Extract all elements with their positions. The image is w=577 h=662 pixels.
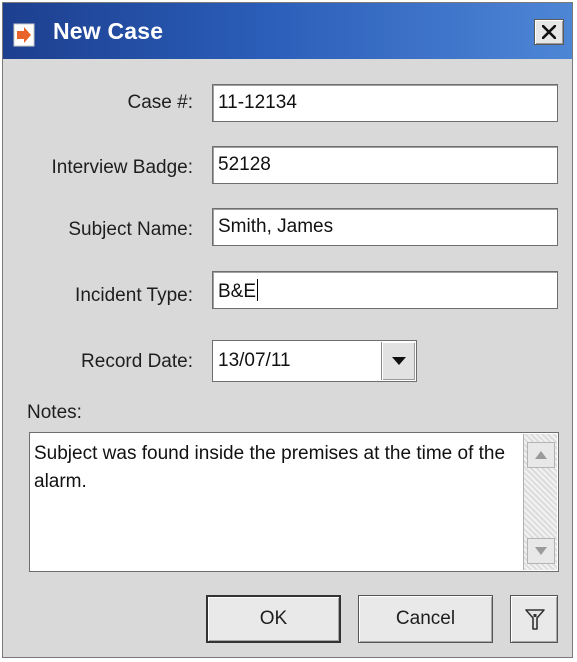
scroll-down-button[interactable]	[527, 538, 555, 564]
window-title: New Case	[53, 18, 164, 44]
ok-button[interactable]: OK	[206, 595, 341, 643]
notes-scrollbar[interactable]	[523, 434, 557, 570]
incident-type-label: Incident Type:	[75, 285, 193, 306]
subject-name-value: Smith, James	[218, 216, 334, 237]
record-date-dropdown-button[interactable]	[381, 342, 415, 380]
record-date-value: 13/07/11	[218, 350, 291, 371]
title-bar[interactable]: New Case	[3, 3, 572, 59]
case-number-value: 11-12134	[218, 92, 297, 113]
text-cursor	[257, 279, 259, 301]
info-button[interactable]	[510, 595, 558, 643]
notes-value: Subject was found inside the premises at…	[34, 443, 506, 492]
new-case-dialog: New Case Case #: 11-12134 Interview Badg…	[2, 2, 573, 658]
notes-textarea[interactable]: Subject was found inside the premises at…	[29, 432, 559, 572]
case-number-field[interactable]: 11-12134	[212, 84, 558, 122]
record-date-label: Record Date:	[81, 351, 193, 372]
incident-type-field[interactable]: B&E	[212, 271, 558, 309]
interview-badge-value: 52128	[218, 154, 271, 175]
form-document-icon	[13, 23, 35, 47]
subject-name-field[interactable]: Smith, James	[212, 208, 558, 246]
interview-badge-field[interactable]: 52128	[212, 146, 558, 184]
case-number-label: Case #:	[127, 92, 193, 113]
close-button[interactable]	[534, 19, 564, 45]
subject-name-label: Subject Name:	[68, 219, 193, 240]
incident-type-value: B&E	[218, 281, 257, 302]
record-date-select[interactable]: 13/07/11	[212, 340, 417, 382]
interview-badge-label: Interview Badge:	[51, 157, 193, 178]
cancel-button[interactable]: Cancel	[358, 595, 493, 643]
notes-label: Notes:	[27, 402, 82, 423]
scroll-up-button[interactable]	[527, 442, 555, 468]
